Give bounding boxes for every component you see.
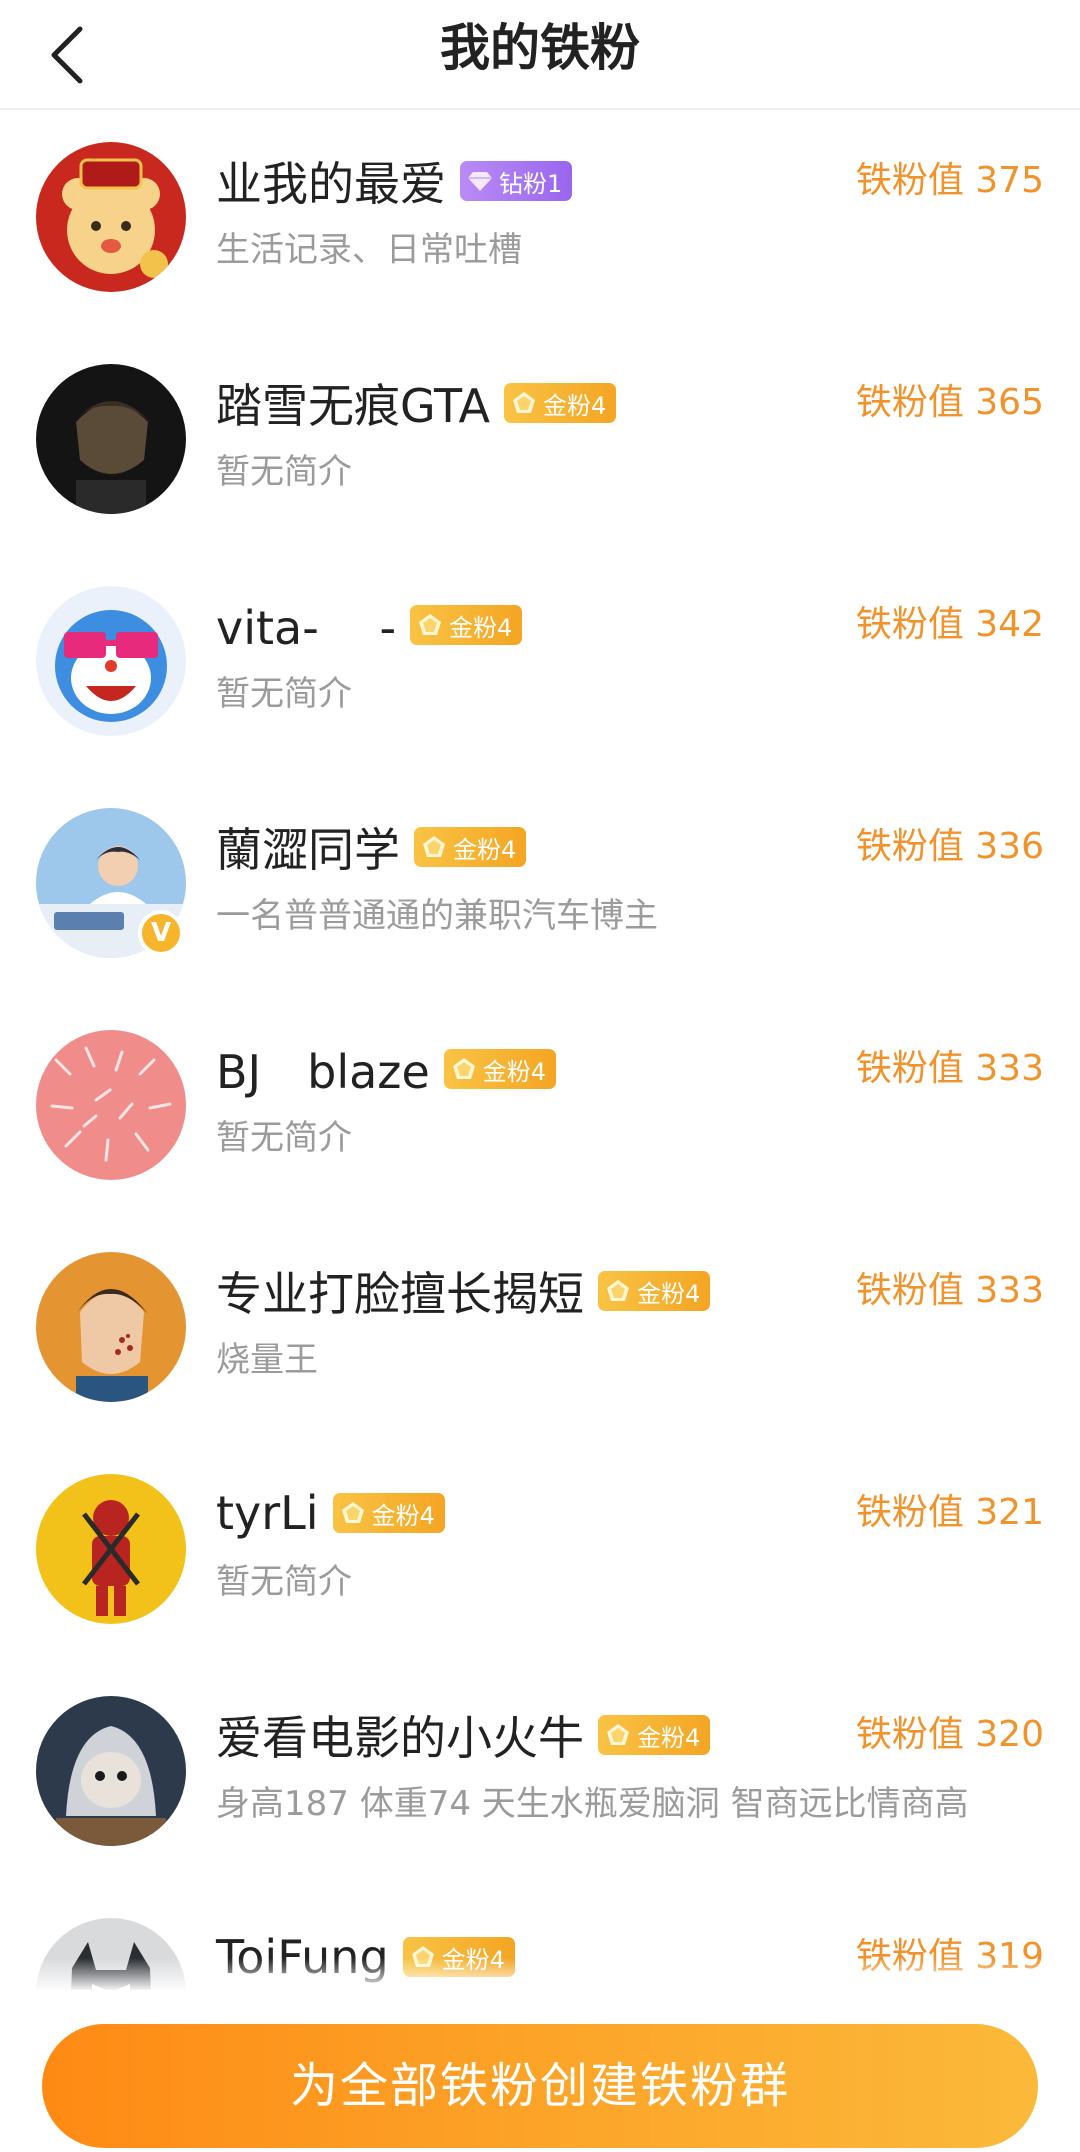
fan-name: vita- - xyxy=(216,601,397,655)
doraemon-avatar[interactable] xyxy=(36,586,186,736)
fan-level-badge: 金粉4 xyxy=(443,1049,557,1089)
fan-level-badge: 金粉4 xyxy=(598,1715,711,1755)
fan-name-line: 踏雪无痕GTA 金粉4 xyxy=(216,368,617,438)
page-title: 我的铁粉 xyxy=(440,19,640,77)
fan-score: 铁粉值 336 xyxy=(855,826,1044,867)
fan-score: 铁粉值 342 xyxy=(855,604,1044,645)
fan-name: 蘭澀同学 xyxy=(216,823,400,877)
fan-name-line: 蘭澀同学 金粉4 xyxy=(216,812,527,882)
fan-list: 业我的最爱 钻粉1 生活记录、日常吐槽 铁粉值 375 踏雪无痕GTA 金粉4 … xyxy=(0,112,1080,2110)
fan-bio: 暂无简介 xyxy=(216,674,352,714)
fan-level-badge: 金粉4 xyxy=(332,1493,445,1533)
fan-row[interactable]: BJ blaze 金粉4 暂无简介 铁粉值 333 xyxy=(0,1000,1080,1222)
fan-level-badge: 金粉4 xyxy=(414,827,527,867)
anime-man-avatar[interactable] xyxy=(36,364,186,514)
gold-gem-icon xyxy=(341,1502,364,1523)
fan-bio: 暂无简介 xyxy=(216,1562,352,1602)
fan-name: 爱看电影的小火牛 xyxy=(216,1711,584,1765)
app-screen: 我的铁粉 业我的最爱 钻粉1 生活记录、日常吐槽 铁粉值 375 踏雪无痕GTA… xyxy=(0,0,1080,2152)
fan-name-line: 专业打脸擅长揭短 金粉4 xyxy=(216,1256,711,1326)
fan-name-line: tyrLi 金粉4 xyxy=(216,1478,445,1548)
header: 我的铁粉 xyxy=(0,0,1080,110)
gold-gem-icon xyxy=(607,1724,629,1745)
verified-badge: V xyxy=(138,910,184,956)
fan-row[interactable]: 专业打脸擅长揭短 金粉4 烧量王 铁粉值 333 xyxy=(0,1222,1080,1444)
fan-bio: 生活记录、日常吐槽 xyxy=(216,230,522,270)
fan-name: 业我的最爱 xyxy=(216,157,446,211)
fan-level-badge: 金粉4 xyxy=(598,1271,711,1311)
gold-gem-icon xyxy=(513,392,536,413)
lucky-bear-avatar[interactable] xyxy=(36,142,186,292)
fan-level-label: 金粉4 xyxy=(482,1057,547,1086)
fan-row[interactable]: vita- - 金粉4 暂无简介 铁粉值 342 xyxy=(0,556,1080,778)
fan-score: 铁粉值 320 xyxy=(855,1714,1044,1755)
fan-bio: 一名普普通通的兼职汽车博主 xyxy=(216,896,658,936)
fan-level-label: 钻粉1 xyxy=(499,169,563,198)
fan-bio: 暂无简介 xyxy=(216,452,352,492)
fan-score: 铁粉值 321 xyxy=(855,1492,1044,1533)
fan-level-badge: 钻粉1 xyxy=(460,161,573,201)
gold-gem-icon xyxy=(419,614,442,635)
fan-score: 铁粉值 375 xyxy=(855,160,1044,201)
gold-gem-icon xyxy=(607,1280,629,1301)
fan-bio: 暂无简介 xyxy=(216,1118,352,1158)
slapped-man-avatar[interactable] xyxy=(36,1252,186,1402)
fan-bio: 烧量王 xyxy=(216,1340,318,1380)
fan-name-line: 爱看电影的小火牛 金粉4 xyxy=(216,1700,711,1770)
deadpool-avatar[interactable] xyxy=(36,1474,186,1624)
fan-level-label: 金粉4 xyxy=(453,835,517,864)
fan-level-label: 金粉4 xyxy=(543,391,607,420)
fan-row[interactable]: V 蘭澀同学 金粉4 一名普普通通的兼职汽车博主 铁粉值 336 xyxy=(0,778,1080,1000)
gold-gem-icon xyxy=(452,1058,475,1079)
fan-name-line: vita- - 金粉4 xyxy=(216,590,523,660)
fan-row[interactable]: 爱看电影的小火牛 金粉4 身高187 体重74 天生水瓶爱脑洞 智商远比情商高 … xyxy=(0,1666,1080,1888)
hooded-creature-avatar[interactable] xyxy=(36,1696,186,1846)
diamond-icon xyxy=(468,172,492,191)
fan-row[interactable]: 业我的最爱 钻粉1 生活记录、日常吐槽 铁粉值 375 xyxy=(0,112,1080,334)
fan-level-label: 金粉4 xyxy=(449,613,513,642)
fan-name: BJ blaze xyxy=(216,1045,430,1099)
pink-coral-avatar[interactable] xyxy=(36,1030,186,1180)
fan-row[interactable]: 踏雪无痕GTA 金粉4 暂无简介 铁粉值 365 xyxy=(0,334,1080,556)
fan-row[interactable]: tyrLi 金粉4 暂无简介 铁粉值 321 xyxy=(0,1444,1080,1666)
fan-level-badge: 金粉4 xyxy=(410,605,523,645)
fan-bio: 身高187 体重74 天生水瓶爱脑洞 智商远比情商高 xyxy=(216,1784,969,1824)
bottom-fade xyxy=(0,1958,1080,1992)
fan-score: 铁粉值 333 xyxy=(855,1048,1044,1089)
fan-name: 踏雪无痕GTA xyxy=(216,379,491,433)
fan-score: 铁粉值 365 xyxy=(855,382,1044,423)
fan-name: 专业打脸擅长揭短 xyxy=(216,1267,584,1321)
fan-name: tyrLi xyxy=(216,1486,319,1540)
fan-name-line: BJ blaze 金粉4 xyxy=(216,1034,557,1104)
fan-level-label: 金粉4 xyxy=(371,1501,435,1530)
fan-level-label: 金粉4 xyxy=(637,1723,701,1752)
fan-level-label: 金粉4 xyxy=(637,1279,701,1308)
fan-score: 铁粉值 333 xyxy=(855,1270,1044,1311)
create-fan-group-button[interactable]: 为全部铁粉创建铁粉群 xyxy=(42,2024,1038,2148)
fan-name-line: 业我的最爱 钻粉1 xyxy=(216,146,573,216)
fan-level-badge: 金粉4 xyxy=(504,383,617,423)
gold-gem-icon xyxy=(423,836,445,857)
